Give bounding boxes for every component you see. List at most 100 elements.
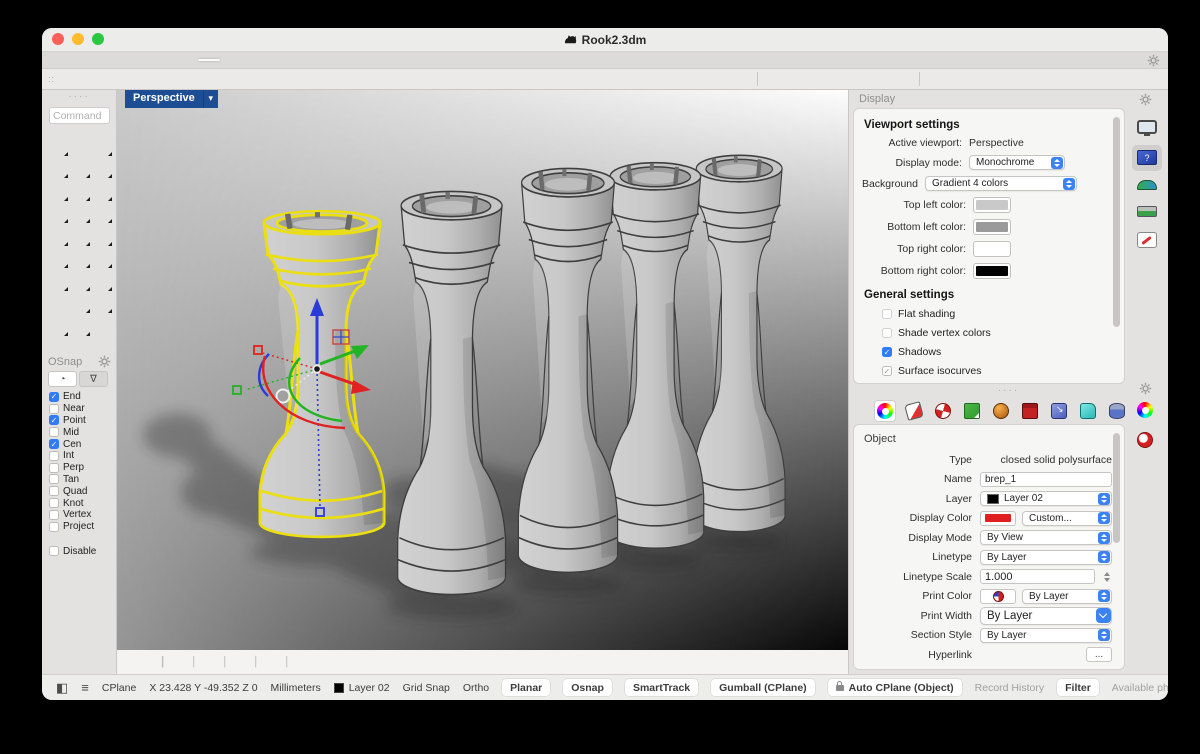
osnap-filter-tab[interactable]: ∇: [79, 371, 108, 387]
title-bar[interactable]: Rook2.3dm: [42, 28, 1168, 52]
box-tool[interactable]: [48, 225, 70, 248]
circle-tool[interactable]: [70, 158, 92, 181]
gumball-icon[interactable]: [637, 71, 656, 88]
hexagon-tool[interactable]: [92, 180, 114, 203]
osnap-disable-row[interactable]: Disable: [42, 546, 117, 558]
checkbox[interactable]: [49, 392, 59, 402]
display-color-dropdown[interactable]: Custom...: [1022, 511, 1112, 526]
osnap-knot[interactable]: Knot: [42, 497, 117, 509]
tabbar-gear-icon[interactable]: [1147, 54, 1160, 67]
menu-tab-subd-tools[interactable]: [429, 59, 451, 61]
minimize-button[interactable]: [72, 33, 84, 45]
hyperlink-button[interactable]: ...: [1086, 647, 1112, 662]
record-icon[interactable]: [1021, 71, 1040, 88]
checkbox[interactable]: [49, 486, 59, 496]
linetype-dropdown[interactable]: By Layer: [980, 550, 1112, 565]
menu-tab-curve-tools[interactable]: [330, 59, 352, 61]
menu-tab-display[interactable]: [165, 59, 187, 61]
grid-snap-toggle[interactable]: Grid Snap: [403, 682, 450, 694]
shade-toggle-icon[interactable]: [157, 71, 176, 88]
osnap-project[interactable]: Project: [42, 521, 117, 533]
properties-panel-tab-icon[interactable]: [1135, 400, 1155, 420]
select-points-icon[interactable]: [67, 71, 86, 88]
osnap-toggle[interactable]: Osnap: [563, 679, 612, 696]
properties-gear-icon[interactable]: [1139, 382, 1152, 395]
shaded-sphere-icon[interactable]: [799, 71, 818, 88]
sketch-icon[interactable]: [889, 71, 908, 88]
display-panel-gear-icon[interactable]: [1139, 93, 1152, 106]
checkbox[interactable]: [882, 309, 892, 319]
smarttrack-toggle[interactable]: SmartTrack: [625, 679, 698, 696]
menu-tab-set-view[interactable]: [132, 59, 154, 61]
coordinates-readout[interactable]: X 23.428 Y -49.352 Z 0: [149, 682, 257, 694]
checkbox[interactable]: [49, 415, 59, 425]
checkbox[interactable]: [49, 474, 59, 484]
flat-shading-checkbox[interactable]: Flat shading: [882, 308, 1124, 320]
point-cloud-icon[interactable]: [427, 71, 446, 88]
checkbox[interactable]: [49, 404, 59, 414]
planar-toggle[interactable]: Planar: [502, 679, 550, 696]
viewport-panel-icon[interactable]: ◧: [56, 680, 68, 696]
menu-tab-select[interactable]: [198, 59, 220, 61]
checkbox[interactable]: [49, 439, 59, 449]
trim-tool[interactable]: [48, 270, 70, 293]
rotate-view-icon[interactable]: [217, 71, 236, 88]
checkbox[interactable]: [49, 546, 59, 556]
uv-box-icon[interactable]: [991, 71, 1010, 88]
key-icon[interactable]: [1051, 71, 1070, 88]
plane-tool-icon[interactable]: [547, 71, 566, 88]
osnap-near[interactable]: Near: [42, 403, 117, 415]
checkbox[interactable]: [49, 510, 59, 520]
edge-softening-tab-icon[interactable]: [1078, 401, 1098, 421]
menu-tab-cplanes[interactable]: [99, 59, 121, 61]
split-tool[interactable]: [70, 270, 92, 293]
move-scale-tool[interactable]: [70, 315, 92, 338]
zoom-button[interactable]: [92, 33, 104, 45]
current-layer-button[interactable]: Layer 02: [334, 682, 390, 694]
memory-readout[interactable]: Available physical memo: [1112, 682, 1168, 694]
texture-mapping-tab-icon[interactable]: [933, 401, 953, 421]
viewport-tab-perspective[interactable]: [147, 656, 178, 668]
close-button[interactable]: [52, 33, 64, 45]
polyline-tool[interactable]: [92, 135, 114, 158]
point-set-icon[interactable]: [457, 71, 476, 88]
checkbox[interactable]: [882, 328, 892, 338]
menu-tab-solid-tools[interactable]: [396, 59, 418, 61]
point-tool[interactable]: [70, 135, 92, 158]
ground-plane-panel-icon[interactable]: [1137, 206, 1157, 217]
object-scrollbar[interactable]: [1113, 433, 1120, 543]
arc-blend-icon[interactable]: [859, 71, 878, 88]
surface-isocurves-checkbox[interactable]: Surface isocurves: [882, 365, 1124, 377]
checkbox[interactable]: [882, 366, 892, 376]
layer-dropdown[interactable]: Layer 02: [980, 491, 1112, 506]
print-color-swatch[interactable]: [980, 589, 1016, 604]
viewport-tab-layouts[interactable]: [271, 656, 302, 668]
display-color-swatch[interactable]: [980, 511, 1016, 526]
checkbox[interactable]: [49, 427, 59, 437]
command-list-icon[interactable]: ≡: [81, 680, 89, 695]
film-box-icon[interactable]: [769, 71, 788, 88]
paint-box-icon[interactable]: [1081, 71, 1100, 88]
color-swatch[interactable]: [973, 241, 1011, 257]
osnap-point[interactable]: Point: [42, 415, 117, 427]
points-on-tool[interactable]: [48, 293, 70, 316]
menu-tab-standard[interactable]: [66, 59, 88, 61]
selection-filter-icon[interactable]: [127, 71, 146, 88]
boolean-union-icon[interactable]: [487, 71, 506, 88]
shade-vertex-colors-checkbox[interactable]: Shade vertex colors: [882, 327, 1124, 339]
toolbar-drag-handle[interactable]: ::: [48, 77, 56, 82]
display-scrollbar[interactable]: [1113, 117, 1120, 327]
checkbox[interactable]: [49, 451, 59, 461]
menu-tab-new-in-v8[interactable]: [561, 59, 583, 61]
cplane-button[interactable]: CPlane: [102, 682, 136, 694]
auto-cplane-toggle[interactable]: Auto CPlane (Object): [828, 679, 962, 696]
gumball-origin[interactable]: [313, 365, 320, 372]
osnap-mid[interactable]: Mid: [42, 426, 117, 438]
deselect-points-icon[interactable]: [97, 71, 116, 88]
osnap-tan[interactable]: Tan: [42, 474, 117, 486]
shadows-checkbox[interactable]: Shadows: [882, 346, 1124, 358]
linetype-scale-stepper[interactable]: [1101, 568, 1112, 585]
print-color-dropdown[interactable]: By Layer: [1022, 589, 1112, 604]
menu-tab-viewport-layout[interactable]: [231, 59, 253, 61]
object-name-input[interactable]: [980, 472, 1112, 487]
